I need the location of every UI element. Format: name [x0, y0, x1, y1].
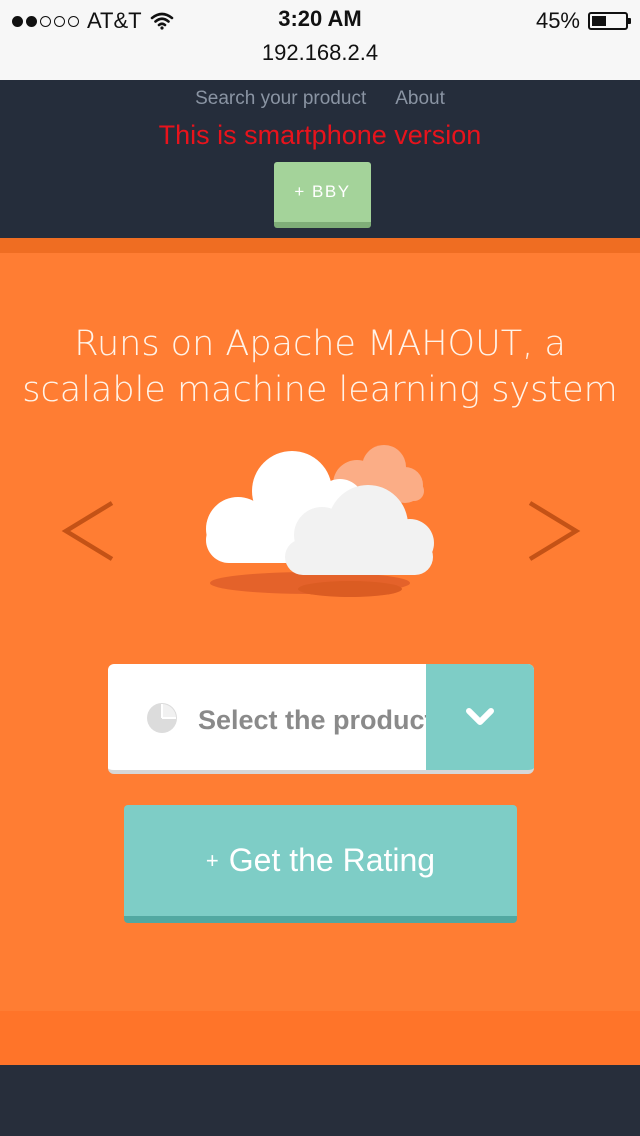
site-header: Search your product About This is smartp…: [0, 80, 640, 238]
status-bar: AT&T 3:20 AM 192.168.2.4 45%: [0, 0, 640, 80]
battery-level: [592, 16, 607, 26]
bby-button[interactable]: + BBY: [274, 162, 371, 228]
nav-menu: Search your product About: [0, 88, 640, 110]
plus-icon: +: [205, 847, 219, 873]
hero-section: Runs on Apache MAHOUT, a scalable machin…: [0, 253, 640, 1011]
product-select[interactable]: Select the product: [108, 664, 534, 774]
nav-link-about[interactable]: About: [395, 88, 445, 110]
chevron-right-icon[interactable]: [524, 493, 584, 573]
cloud-icon: [206, 445, 434, 597]
hero-tagline: Runs on Apache MAHOUT, a scalable machin…: [0, 321, 640, 413]
battery-group: 45%: [535, 7, 631, 35]
chevron-down-icon: [466, 708, 494, 725]
get-rating-label: Get the Rating: [228, 842, 436, 878]
hero-top-band: [0, 238, 640, 253]
battery-icon: [588, 12, 631, 30]
chevron-left-icon[interactable]: [58, 493, 118, 573]
nav-link-search[interactable]: Search your product: [195, 88, 366, 110]
get-rating-button[interactable]: + Get the Rating: [124, 805, 517, 923]
battery-percentage: 45%: [535, 8, 580, 33]
smartphone-version-notice: This is smartphone version: [158, 120, 482, 150]
page-footer: [0, 1065, 640, 1136]
tagline-line-2: scalable machine learning system: [22, 370, 618, 410]
product-select-placeholder: Select the product: [198, 705, 426, 735]
tagline-line-1: Runs on Apache MAHOUT, a: [74, 324, 566, 364]
address-bar-url[interactable]: 192.168.2.4: [0, 40, 640, 66]
pie-chart-icon: [147, 703, 177, 733]
product-select-toggle[interactable]: [426, 664, 534, 770]
hero-bottom-band: [0, 1011, 640, 1065]
